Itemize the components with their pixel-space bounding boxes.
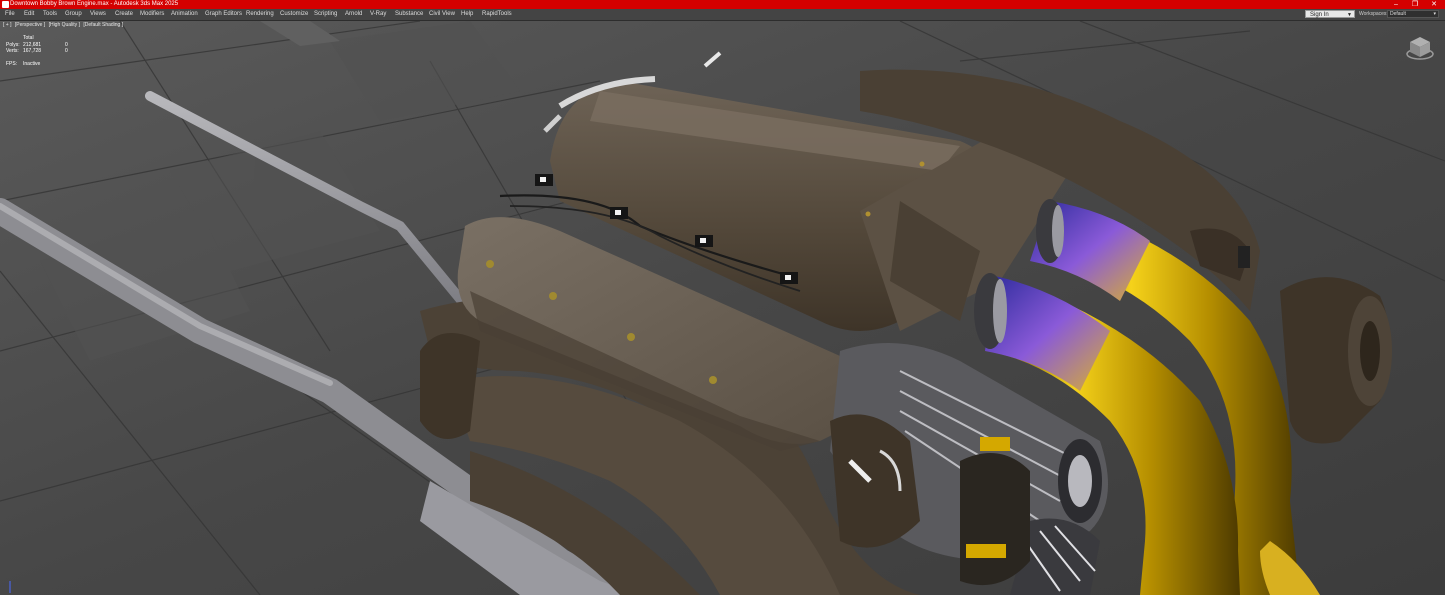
close-button[interactable]: ✕ xyxy=(1425,0,1443,9)
menu-help[interactable]: Help xyxy=(461,9,473,20)
menu-file[interactable]: File xyxy=(5,9,15,20)
menu-civil-view[interactable]: Civil View xyxy=(429,9,455,20)
viewcube-icon[interactable] xyxy=(1405,33,1435,61)
workspaces-label: Workspaces: xyxy=(1359,11,1388,17)
menu-vray[interactable]: V-Ray xyxy=(370,9,386,20)
window-title: Downtown Bobby Brown Engine.max - Autode… xyxy=(10,1,179,7)
verts-label: Verts: xyxy=(6,48,19,54)
viewport-quality[interactable]: [High Quality ] xyxy=(49,22,80,28)
menu-scripting[interactable]: Scripting xyxy=(314,9,337,20)
title-bar: Downtown Bobby Brown Engine.max - Autode… xyxy=(0,0,1445,9)
viewport-menu-button[interactable]: [ + ] xyxy=(3,22,11,28)
viewport-label-menu: [ + ] [Perspective ] [High Quality ] [De… xyxy=(3,22,125,28)
menu-graph-editors[interactable]: Graph Editors xyxy=(205,9,242,20)
menu-animation[interactable]: Animation xyxy=(171,9,198,20)
menu-tools[interactable]: Tools xyxy=(43,9,57,20)
chevron-down-icon: ▼ xyxy=(1347,12,1352,18)
viewport-point-of-view[interactable]: [Perspective ] xyxy=(15,22,45,28)
axis-tripod-icon xyxy=(9,581,11,593)
minimize-button[interactable]: – xyxy=(1387,0,1405,9)
menu-group[interactable]: Group xyxy=(65,9,82,20)
perspective-viewport[interactable]: [ + ] [Perspective ] [High Quality ] [De… xyxy=(0,21,1445,595)
menu-substance[interactable]: Substance xyxy=(395,9,423,20)
workspace-value: Default xyxy=(1390,11,1406,17)
fps-value: Inactive xyxy=(23,61,41,67)
workspace-select[interactable]: Default ▾ xyxy=(1387,10,1439,18)
menu-create[interactable]: Create xyxy=(115,9,133,20)
viewport-shading[interactable]: [Default Shading ] xyxy=(83,22,123,28)
menu-arnold[interactable]: Arnold xyxy=(345,9,362,20)
menu-rendering[interactable]: Rendering xyxy=(246,9,274,20)
sign-in-label: Sign In xyxy=(1310,12,1329,18)
menu-modifiers[interactable]: Modifiers xyxy=(140,9,164,20)
engine-render xyxy=(0,21,1445,595)
fps-label: FPS: xyxy=(6,61,18,67)
app-icon[interactable] xyxy=(2,1,9,8)
menu-rapidtools[interactable]: RapidTools xyxy=(482,9,512,20)
verts-value: 167,728 xyxy=(23,48,42,54)
menu-views[interactable]: Views xyxy=(90,9,106,20)
verts-selected: 0 xyxy=(65,48,68,54)
maximize-button[interactable]: ❐ xyxy=(1406,0,1424,9)
menu-bar: File Edit Tools Group Views Create Modif… xyxy=(0,9,1445,21)
sign-in-dropdown[interactable]: Sign In ▼ xyxy=(1305,10,1355,18)
menu-customize[interactable]: Customize xyxy=(280,9,308,20)
menu-edit[interactable]: Edit xyxy=(24,9,34,20)
chevron-down-icon: ▾ xyxy=(1433,11,1436,17)
